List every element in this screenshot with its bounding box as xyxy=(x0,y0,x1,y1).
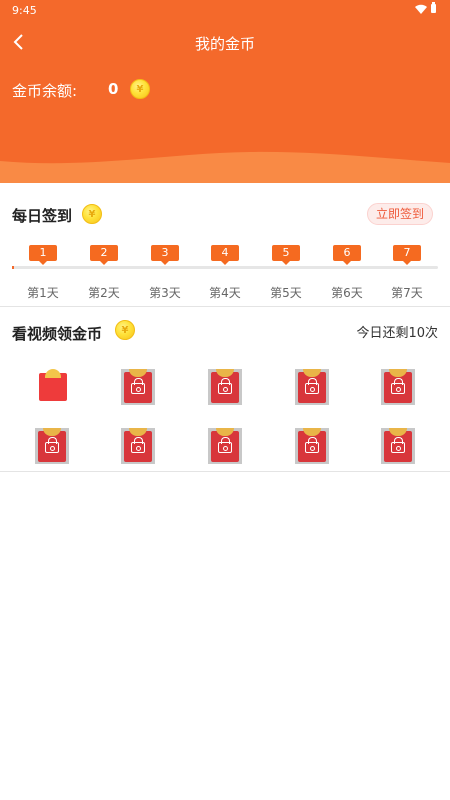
remaining-count: 今日还剩10次 xyxy=(356,326,438,341)
checkin-progress-track xyxy=(12,266,438,269)
day-label: 第5天 xyxy=(270,286,302,300)
day-label: 第2天 xyxy=(88,286,120,300)
lock-icon xyxy=(131,378,145,394)
red-envelope-icon xyxy=(208,428,242,464)
app-screen: 9:45 我的金币 金币余额: 0 ¥ 每日签到 ¥ 立即签到 1 2 3 4 … xyxy=(0,0,450,800)
red-envelope-icon xyxy=(381,369,415,405)
section-divider xyxy=(0,306,450,307)
red-envelope-unlocked[interactable] xyxy=(36,369,70,405)
header-wave xyxy=(0,151,450,183)
coin-icon: ¥ xyxy=(115,320,135,340)
red-envelope-icon xyxy=(39,369,67,403)
day-badge: 4 xyxy=(211,245,239,265)
lock-icon xyxy=(305,378,319,394)
day-badge: 7 xyxy=(393,245,421,265)
red-envelope-icon xyxy=(295,428,329,464)
day-label: 第4天 xyxy=(209,286,241,300)
lock-icon xyxy=(391,378,405,394)
red-envelope-icon xyxy=(295,369,329,405)
red-envelope-locked[interactable] xyxy=(381,369,415,405)
red-envelope-icon xyxy=(381,428,415,464)
red-envelope-locked[interactable] xyxy=(35,428,69,464)
coin-icon: ¥ xyxy=(130,79,150,99)
red-envelope-locked[interactable] xyxy=(208,428,242,464)
lock-icon xyxy=(131,437,145,453)
balance-value: 0 xyxy=(108,80,119,98)
lock-icon xyxy=(45,437,59,453)
lock-icon xyxy=(305,437,319,453)
red-envelope-locked[interactable] xyxy=(208,369,242,405)
red-envelope-locked[interactable] xyxy=(121,369,155,405)
lock-icon xyxy=(218,378,232,394)
status-bar: 9:45 xyxy=(0,0,450,20)
page-title: 我的金币 xyxy=(194,35,255,53)
day-label: 第6天 xyxy=(331,286,363,300)
day-badge: 6 xyxy=(333,245,361,265)
day-badge: 5 xyxy=(272,245,300,265)
lock-icon xyxy=(218,437,232,453)
lock-icon xyxy=(391,437,405,453)
checkin-button[interactable]: 立即签到 xyxy=(366,203,433,225)
red-envelope-icon xyxy=(121,428,155,464)
battery-icon xyxy=(431,2,436,13)
red-envelope-locked[interactable] xyxy=(381,428,415,464)
checkin-progress-fill xyxy=(12,266,14,269)
status-time: 9:45 xyxy=(12,4,37,17)
red-envelope-icon xyxy=(35,428,69,464)
day-label: 第1天 xyxy=(27,286,59,300)
red-envelope-locked[interactable] xyxy=(295,369,329,405)
day-badge: 1 xyxy=(29,245,57,265)
video-rewards-title: 看视频领金币 xyxy=(12,325,103,343)
section-divider xyxy=(0,471,450,472)
day-badge: 3 xyxy=(151,245,179,265)
red-envelope-locked[interactable] xyxy=(295,428,329,464)
day-badge: 2 xyxy=(90,245,118,265)
day-label: 第7天 xyxy=(391,286,423,300)
coin-icon: ¥ xyxy=(82,204,102,224)
day-label: 第3天 xyxy=(149,286,181,300)
header: 9:45 我的金币 金币余额: 0 ¥ xyxy=(0,0,450,183)
checkin-title: 每日签到 xyxy=(12,207,73,225)
red-envelope-locked[interactable] xyxy=(121,428,155,464)
red-envelope-icon xyxy=(208,369,242,405)
red-envelope-icon xyxy=(121,369,155,405)
wifi-icon xyxy=(415,4,427,14)
balance-label: 金币余额: xyxy=(12,82,78,100)
